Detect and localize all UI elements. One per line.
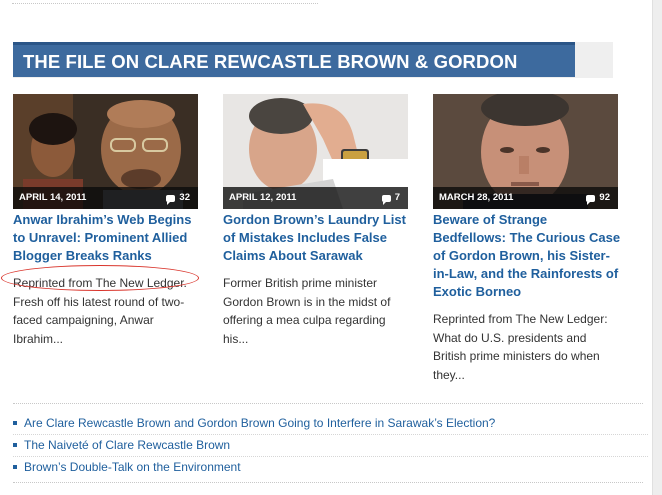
article-thumbnail[interactable]: APRIL 14, 2011 32: [13, 94, 198, 209]
related-links-list: Are Clare Rewcastle Brown and Gordon Bro…: [13, 413, 648, 478]
section-divider: [13, 403, 643, 404]
comment-count-value: 92: [599, 192, 610, 203]
comment-bubble-icon: [166, 194, 176, 205]
comment-bubble-icon: [586, 194, 596, 205]
comment-count[interactable]: 32: [166, 187, 190, 209]
bullet-icon: [13, 443, 17, 447]
related-link-text[interactable]: The Naiveté of Clare Rewcastle Brown: [24, 438, 230, 452]
article-card-1: APRIL 14, 2011 32 Anwar Ibrahim’s Web Be…: [13, 94, 213, 348]
bottom-divider: [13, 482, 643, 483]
related-link-text[interactable]: Are Clare Rewcastle Brown and Gordon Bro…: [24, 416, 495, 430]
article-excerpt: Former British prime minister Gordon Bro…: [223, 276, 391, 346]
article-excerpt: Reprinted from The New Ledger: What do U…: [433, 312, 608, 382]
comment-count[interactable]: 7: [381, 187, 400, 209]
article-card-3: MARCH 28, 2011 92 Beware of Strange Bedf…: [433, 94, 633, 384]
related-link-text[interactable]: Brown’s Double-Talk on the Environment: [24, 460, 241, 474]
post-date: APRIL 14, 2011: [19, 192, 87, 203]
section-banner: THE FILE ON CLARE REWCASTLE BROWN & GORD…: [13, 42, 613, 105]
related-link[interactable]: Are Clare Rewcastle Brown and Gordon Bro…: [13, 413, 648, 434]
article-title-link[interactable]: Beware of Strange Bedfellows: The Curiou…: [433, 211, 623, 301]
comment-count-value: 32: [179, 192, 190, 203]
article-card-2: APRIL 12, 2011 7 Gordon Brown’s Laundry …: [223, 94, 423, 348]
post-meta-bar: APRIL 14, 2011 32: [13, 187, 198, 209]
post-meta-bar: APRIL 12, 2011 7: [223, 187, 408, 209]
comment-count[interactable]: 92: [586, 187, 610, 209]
comment-bubble-icon: [381, 194, 391, 205]
comment-count-value: 7: [394, 192, 400, 203]
related-link[interactable]: Brown’s Double-Talk on the Environment: [13, 456, 648, 478]
section-title: THE FILE ON CLARE REWCASTLE BROWN & GORD…: [13, 42, 575, 105]
red-highlight-circle: [1, 265, 199, 291]
bullet-icon: [13, 421, 17, 425]
article-title-link[interactable]: Anwar Ibrahim’s Web Begins to Unravel: P…: [13, 211, 203, 265]
article-title-link[interactable]: Gordon Brown’s Laundry List of Mistakes …: [223, 211, 413, 265]
page-edge-strip: [652, 0, 662, 495]
post-date: MARCH 28, 2011: [439, 192, 514, 203]
bullet-icon: [13, 465, 17, 469]
article-thumbnail[interactable]: APRIL 12, 2011 7: [223, 94, 408, 209]
related-link[interactable]: The Naiveté of Clare Rewcastle Brown: [13, 434, 648, 456]
top-divider: [12, 3, 318, 4]
post-date: APRIL 12, 2011: [229, 192, 297, 203]
post-meta-bar: MARCH 28, 2011 92: [433, 187, 618, 209]
article-thumbnail[interactable]: MARCH 28, 2011 92: [433, 94, 618, 209]
